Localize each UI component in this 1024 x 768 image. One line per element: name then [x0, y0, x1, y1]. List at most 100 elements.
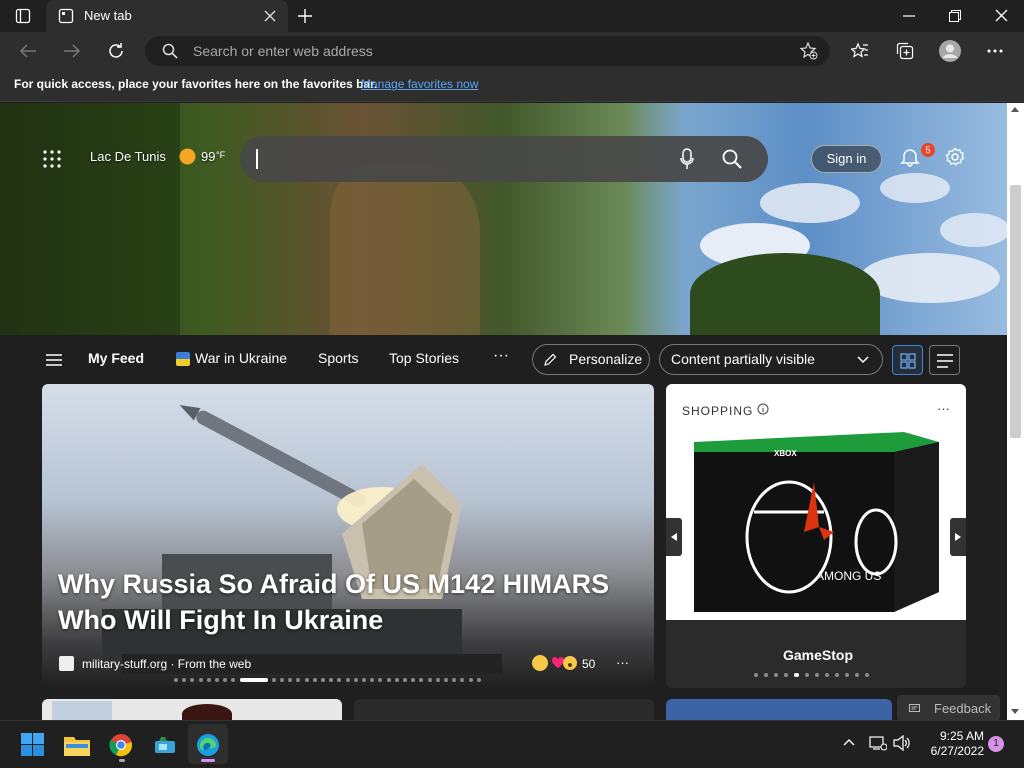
- carousel-dot[interactable]: [419, 678, 424, 682]
- forward-arrow-icon[interactable]: [63, 43, 81, 59]
- apps-grid-icon[interactable]: [43, 150, 61, 168]
- content-visibility-select[interactable]: Content partially visible: [659, 344, 883, 375]
- windows-start-icon[interactable]: [21, 733, 44, 756]
- close-window-icon[interactable]: [995, 9, 1008, 22]
- next-card-1[interactable]: [42, 699, 342, 720]
- article-carousel-dots[interactable]: [42, 384, 654, 688]
- carousel-dot[interactable]: [754, 673, 758, 677]
- carousel-dot[interactable]: [835, 673, 839, 677]
- scroll-down-arrow-icon[interactable]: [1011, 709, 1019, 714]
- carousel-dot[interactable]: [845, 673, 849, 677]
- address-bar[interactable]: Search or enter web address: [145, 36, 830, 66]
- carousel-dot[interactable]: [362, 678, 366, 682]
- file-explorer-icon[interactable]: [64, 734, 90, 756]
- tab-my-feed[interactable]: My Feed: [88, 350, 144, 366]
- carousel-dot[interactable]: [321, 678, 325, 682]
- system-clock[interactable]: 9:25 AM 6/27/2022: [924, 729, 984, 759]
- carousel-dot[interactable]: [296, 678, 301, 682]
- settings-more-icon[interactable]: [987, 49, 1003, 53]
- carousel-dot[interactable]: [206, 678, 211, 682]
- carousel-dot[interactable]: [394, 678, 399, 682]
- carousel-dot[interactable]: [337, 678, 342, 682]
- tab-top-stories[interactable]: Top Stories: [389, 350, 459, 366]
- shopping-card[interactable]: SHOPPING ··· XBOX AMONG US GameStop: [666, 384, 966, 688]
- web-search-box[interactable]: [240, 136, 768, 182]
- show-hidden-icons-chevron-icon[interactable]: [843, 738, 855, 746]
- carousel-dot[interactable]: [386, 678, 391, 682]
- carousel-dot[interactable]: [815, 673, 819, 677]
- refresh-icon[interactable]: [107, 42, 125, 60]
- tab-sports[interactable]: Sports: [318, 350, 358, 366]
- carousel-dot[interactable]: [329, 678, 334, 682]
- carousel-dot[interactable]: [223, 678, 228, 682]
- network-icon[interactable]: [869, 735, 887, 751]
- carousel-dot[interactable]: [435, 678, 440, 682]
- carousel-dot[interactable]: [825, 673, 829, 677]
- shopping-carousel-dots[interactable]: [666, 384, 966, 688]
- favorites-icon[interactable]: [851, 42, 869, 60]
- carousel-dot[interactable]: [411, 678, 416, 682]
- carousel-dot[interactable]: [460, 678, 465, 682]
- carousel-dot[interactable]: [198, 678, 203, 682]
- menu-hamburger-icon[interactable]: [46, 354, 62, 366]
- carousel-dot[interactable]: [468, 678, 473, 682]
- back-arrow-icon[interactable]: [19, 43, 37, 59]
- more-topics-button[interactable]: ···: [493, 347, 509, 365]
- carousel-dot[interactable]: [174, 678, 178, 682]
- carousel-dot[interactable]: [427, 678, 432, 682]
- carousel-dot[interactable]: [271, 678, 276, 682]
- carousel-dot[interactable]: [353, 678, 358, 682]
- weather-location[interactable]: Lac De Tunis: [90, 149, 166, 164]
- carousel-dot[interactable]: [378, 678, 383, 682]
- carousel-dot[interactable]: [805, 673, 809, 677]
- collections-icon[interactable]: [896, 42, 914, 60]
- edge-taskbar-button[interactable]: [188, 724, 228, 764]
- carousel-dot[interactable]: [784, 673, 788, 677]
- carousel-dot[interactable]: [288, 678, 293, 682]
- personalize-button[interactable]: Personalize: [532, 344, 650, 375]
- restore-icon[interactable]: [949, 10, 961, 22]
- carousel-dot[interactable]: [865, 673, 869, 677]
- list-layout-button[interactable]: [929, 345, 960, 375]
- carousel-dot[interactable]: [855, 673, 859, 677]
- close-tab-icon[interactable]: [264, 10, 276, 22]
- carousel-dot[interactable]: [476, 678, 481, 682]
- feedback-button[interactable]: Feedback: [897, 695, 1000, 720]
- next-card-3[interactable]: [666, 699, 892, 720]
- scroll-up-arrow-icon[interactable]: [1011, 107, 1019, 112]
- main-article-card[interactable]: Why Russia So Afraid Of US M142 HIMARS W…: [42, 384, 654, 688]
- carousel-dot[interactable]: [312, 678, 317, 682]
- tab-actions-icon[interactable]: [15, 8, 31, 24]
- carousel-dot[interactable]: [370, 678, 375, 682]
- carousel-dot[interactable]: [304, 678, 309, 682]
- chrome-icon[interactable]: [109, 733, 133, 757]
- carousel-dot[interactable]: [794, 673, 799, 677]
- image-editor-app-icon[interactable]: [153, 733, 177, 757]
- page-settings-gear-icon[interactable]: [945, 147, 965, 167]
- search-submit-icon[interactable]: [722, 149, 742, 169]
- carousel-dot[interactable]: [345, 678, 350, 682]
- tab-war-in-ukraine[interactable]: War in Ukraine: [195, 350, 287, 366]
- new-tab-plus-icon[interactable]: [297, 8, 313, 24]
- tab-new-tab[interactable]: New tab: [46, 0, 288, 32]
- microphone-icon[interactable]: [680, 148, 694, 170]
- profile-avatar-icon[interactable]: [939, 40, 961, 62]
- carousel-dot[interactable]: [403, 678, 407, 682]
- next-card-2[interactable]: [354, 699, 654, 720]
- manage-favorites-link[interactable]: Manage favorites now: [361, 77, 478, 91]
- carousel-dot[interactable]: [215, 678, 219, 682]
- weather-temperature[interactable]: 99: [201, 149, 215, 164]
- carousel-dot[interactable]: [231, 678, 236, 682]
- carousel-dot[interactable]: [190, 678, 195, 682]
- sign-in-button[interactable]: Sign in: [811, 145, 882, 173]
- grid-layout-button[interactable]: [892, 345, 923, 375]
- notification-center-badge[interactable]: 1: [988, 736, 1004, 752]
- add-favorite-icon[interactable]: [800, 42, 818, 60]
- carousel-dot[interactable]: [280, 678, 284, 682]
- carousel-dot[interactable]: [774, 673, 778, 677]
- notification-bell-icon[interactable]: [900, 147, 920, 167]
- scrollbar-thumb[interactable]: [1010, 185, 1021, 438]
- volume-icon[interactable]: [893, 735, 911, 751]
- carousel-dot[interactable]: [452, 678, 457, 682]
- carousel-dot[interactable]: [182, 678, 187, 682]
